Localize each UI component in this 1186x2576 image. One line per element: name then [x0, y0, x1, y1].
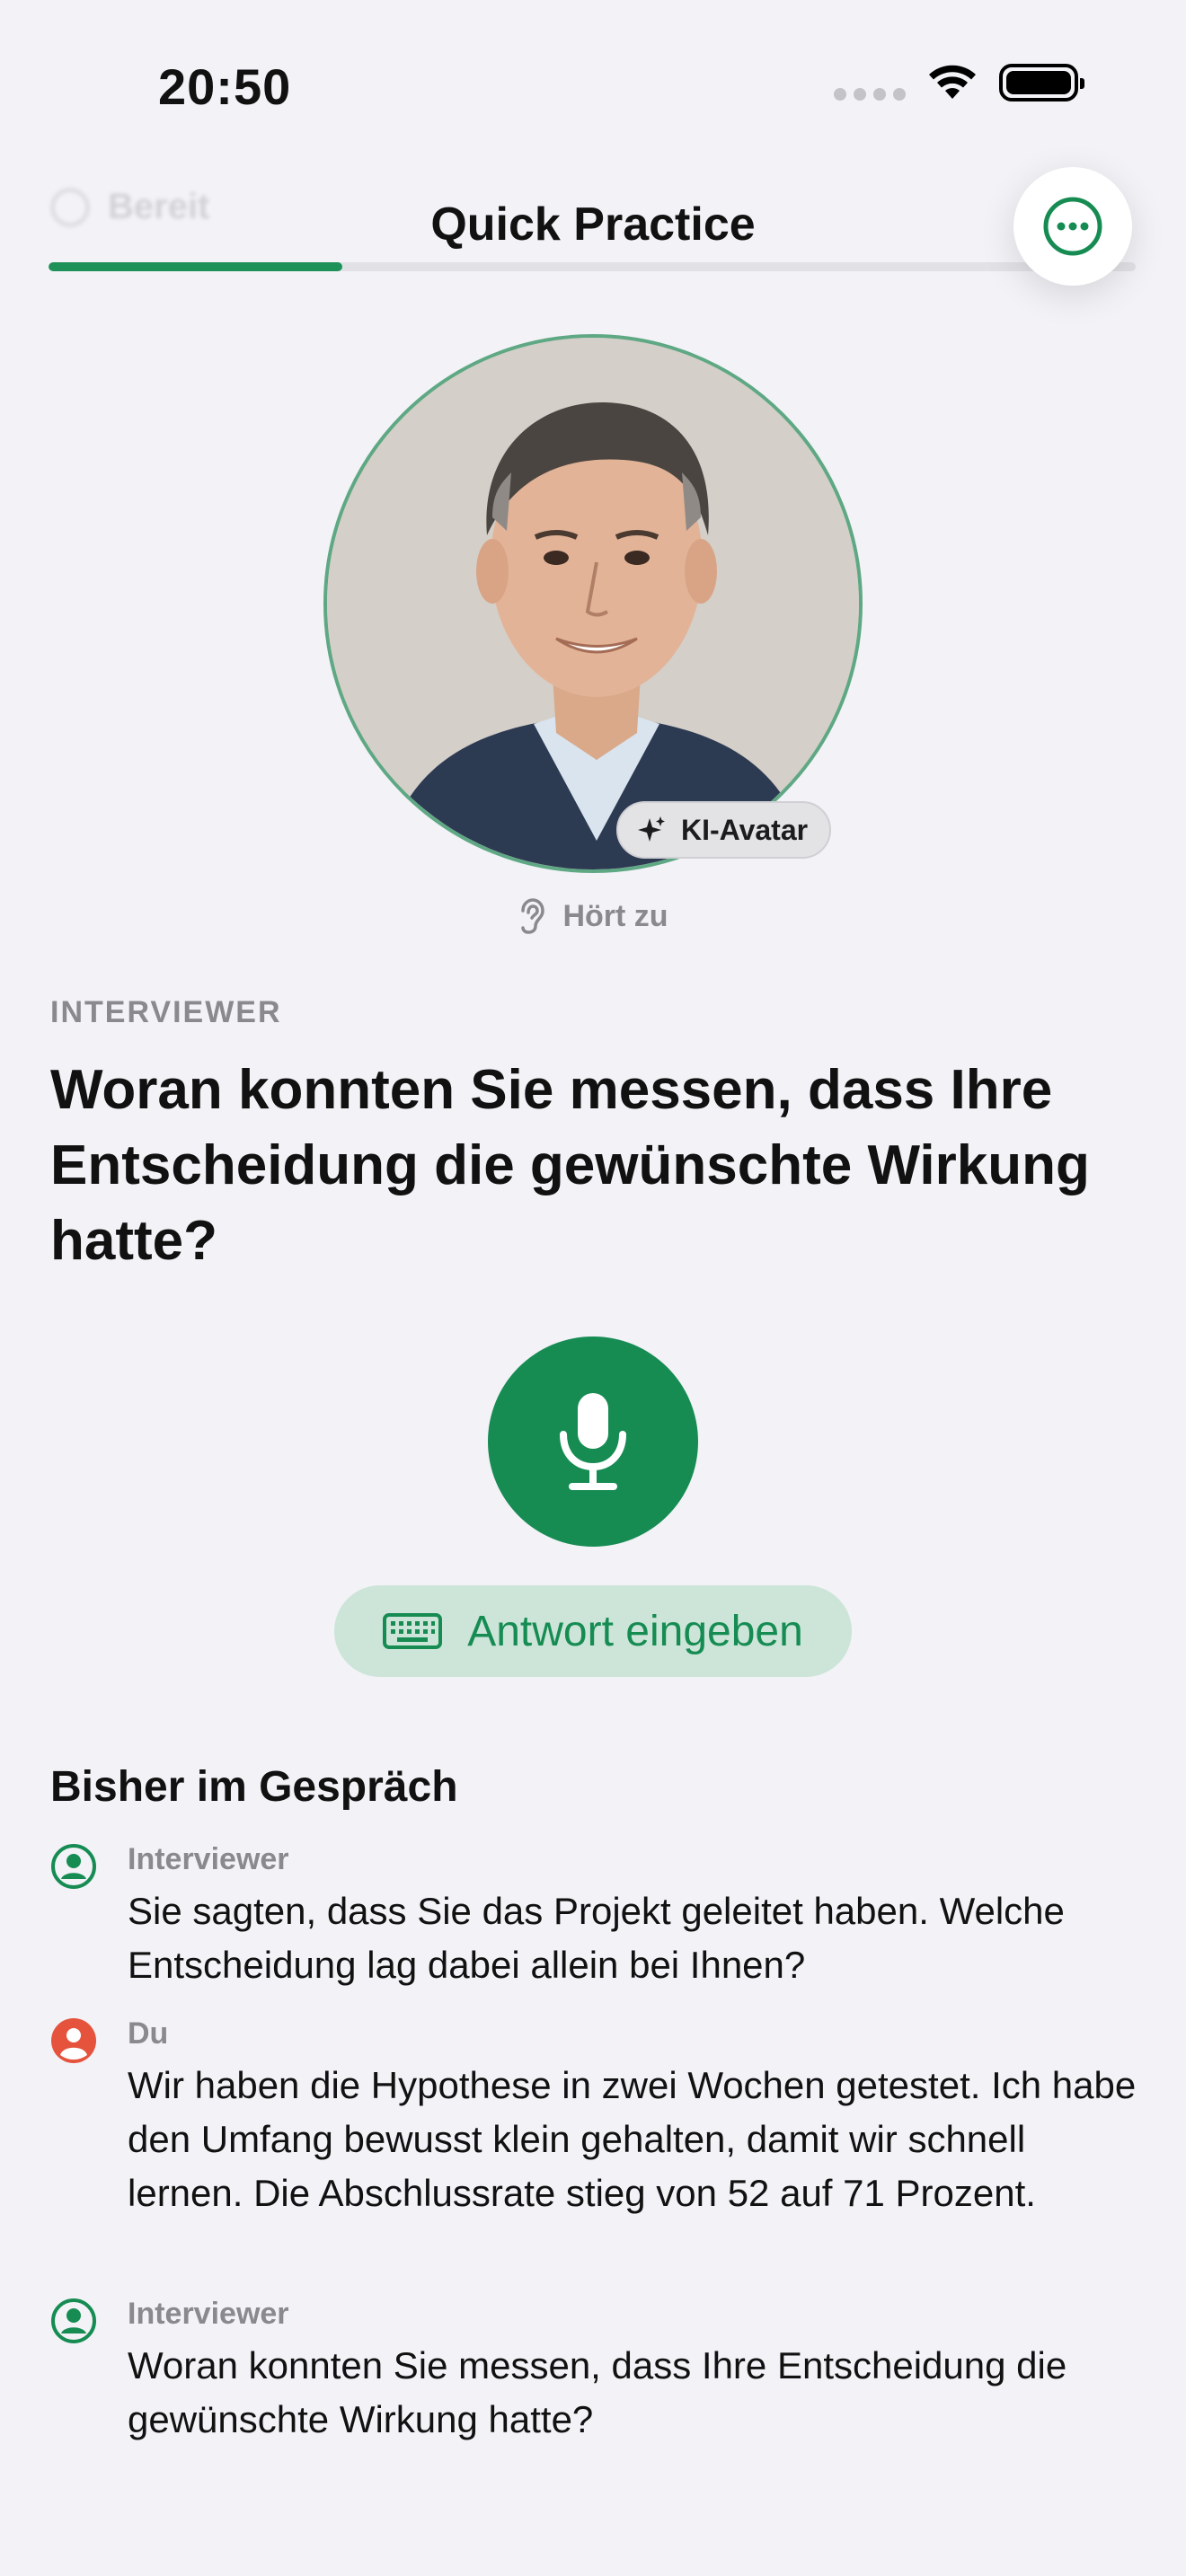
transcript-text: Woran konnten Sie messen, dass Ihre Ents…	[128, 2344, 1067, 2440]
transcript-speaker: Interviewer	[128, 1842, 289, 1876]
wifi-icon	[929, 65, 976, 99]
interviewer-person-icon	[51, 1844, 96, 1889]
listening-indicator: Hört zu	[0, 898, 1186, 934]
session-progress-bar	[49, 262, 1136, 271]
ear-icon	[521, 898, 545, 934]
interviewer-person-icon	[51, 2298, 96, 2343]
more-options-button[interactable]	[1013, 167, 1132, 286]
transcript-entry: Du Wir haben die Hypothese in zwei Woche…	[50, 2014, 1146, 2220]
transcript-speaker: Interviewer	[128, 2297, 289, 2331]
status-time: 20:50	[158, 58, 292, 115]
status-icons	[834, 63, 1084, 102]
keyboard-icon	[383, 1613, 443, 1649]
session-progress-fill	[49, 262, 342, 271]
user-person-icon	[51, 2018, 96, 2063]
microphone-icon	[560, 1393, 626, 1490]
transcript-text: Wir haben die Hypothese in zwei Wochen g…	[128, 2064, 1137, 2214]
ai-avatar-badge: KI-Avatar	[616, 801, 832, 859]
record-answer-button[interactable]	[488, 1337, 698, 1547]
transcript-text: Sie sagten, dass Sie das Projekt geleite…	[128, 1890, 1065, 1986]
current-question: Woran konnten Sie messen, dass Ihre Ents…	[50, 1059, 1090, 1272]
transcript-entry: Interviewer Sie sagten, dass Sie das Pro…	[50, 1839, 1146, 1992]
page-title: Quick Practice	[430, 198, 756, 251]
battery-icon	[999, 64, 1084, 101]
type-answer-button[interactable]: Antwort eingeben	[334, 1585, 852, 1677]
question-role-label: INTERVIEWER	[50, 995, 282, 1029]
sparkles-icon	[638, 816, 665, 842]
interviewer-avatar	[323, 334, 863, 873]
transcript-speaker: Du	[128, 2016, 169, 2051]
avatar-portrait	[323, 334, 863, 873]
transcript-title: Bisher im Gespräch	[50, 1763, 458, 1811]
cellular-signal-icon	[834, 88, 906, 101]
transcript-entry: Interviewer Woran konnten Sie messen, da…	[50, 2294, 1146, 2447]
ellipsis-circle-icon	[1043, 197, 1102, 256]
ai-avatar-badge-label: KI-Avatar	[681, 813, 809, 846]
type-answer-label: Antwort eingeben	[467, 1607, 803, 1655]
listening-label: Hört zu	[562, 898, 668, 933]
